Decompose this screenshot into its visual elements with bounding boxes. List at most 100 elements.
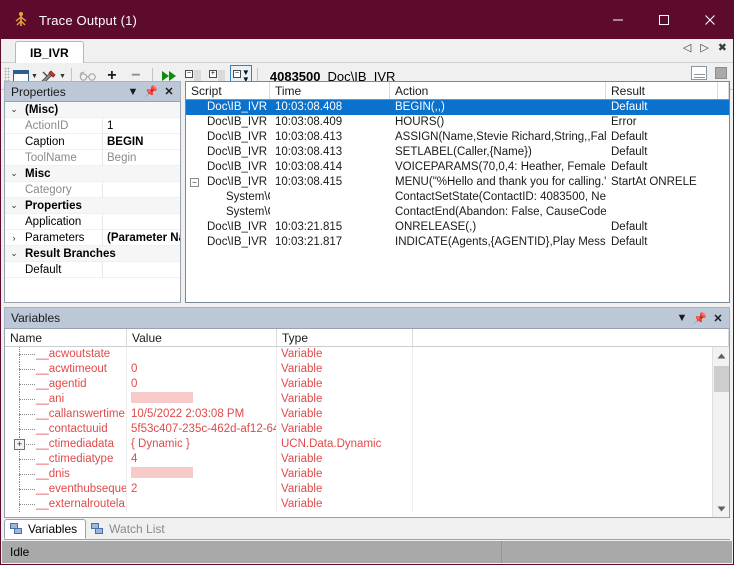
trace-row[interactable]: Doc\IB_IVR10:03:08.413ASSIGN(Name,Stevie…	[186, 130, 729, 145]
bottom-tab-variables[interactable]: Variables	[4, 519, 86, 539]
variable-cell-value[interactable]: 2	[127, 482, 277, 497]
trace-row[interactable]: Doc\IB_IVR10:03:08.409HOURS()Error	[186, 115, 729, 130]
variable-cell-name: __callanswertime	[5, 407, 127, 422]
properties-menu-icon[interactable]: ▼	[124, 83, 142, 101]
maximize-button[interactable]	[641, 1, 687, 39]
variable-cell-value[interactable]	[127, 467, 277, 482]
property-row[interactable]: Category	[5, 182, 180, 198]
scroll-down-icon[interactable]	[713, 500, 730, 517]
trace-col-result[interactable]: Result	[606, 82, 718, 99]
property-row[interactable]: ⌄(Misc)	[5, 102, 180, 118]
variable-cell-value[interactable]: 0	[127, 377, 277, 392]
row-collapse-icon[interactable]: −	[190, 178, 199, 187]
variables-close-icon[interactable]: ✕	[709, 309, 727, 327]
tab-next-icon[interactable]: ▷	[700, 43, 708, 54]
variables-col-type[interactable]: Type	[277, 329, 413, 346]
chevron-down-icon[interactable]: ⌄	[5, 200, 23, 211]
variable-row[interactable]: __contactuuid5f53c407-235c-462d-af12-646…	[5, 422, 729, 437]
trace-row[interactable]: System\CaContactEnd(Abandon: False, Caus…	[186, 205, 729, 220]
property-row[interactable]: ⌄Properties	[5, 198, 180, 214]
variable-row[interactable]: __acwtimeout0Variable	[5, 362, 729, 377]
grid-view-icon[interactable]	[691, 66, 707, 80]
property-row[interactable]: ›Parameters(Parameter Name	[5, 230, 180, 246]
variables-col-name[interactable]: Name	[5, 329, 127, 346]
trace-cell-result: Error	[606, 115, 718, 130]
tab-prev-icon[interactable]: ◁	[683, 43, 691, 54]
trace-col-script[interactable]: Script	[186, 82, 270, 99]
redaction-block	[131, 467, 193, 478]
property-value[interactable]	[103, 182, 180, 198]
properties-grid[interactable]: ⌄(Misc)ActionID1CaptionBEGINToolNameBegi…	[4, 101, 181, 303]
variable-value-label: 5f53c407-235c-462d-af12-6466b98d8b37	[131, 423, 277, 435]
property-value[interactable]: 1	[103, 118, 180, 134]
variable-cell-value[interactable]: 0	[127, 362, 277, 377]
trace-col-time[interactable]: Time	[270, 82, 390, 99]
variables-pin-icon[interactable]: 📌	[691, 309, 709, 327]
variable-cell-value[interactable]	[127, 497, 277, 512]
variable-cell-value[interactable]: 5f53c407-235c-462d-af12-6466b98d8b37	[127, 422, 277, 437]
bottom-tab-watch-list[interactable]: Watch List	[86, 519, 173, 539]
property-value[interactable]	[103, 262, 180, 278]
chevron-down-icon[interactable]: ▼	[59, 73, 66, 80]
chevron-right-icon[interactable]: ›	[5, 233, 23, 243]
document-tab-ib-ivr[interactable]: IB_IVR	[15, 41, 84, 63]
chevron-down-icon[interactable]: ▼	[31, 73, 38, 80]
trace-row[interactable]: Doc\IB_IVR10:03:08.414VOICEPARAMS(70,0,4…	[186, 160, 729, 175]
variables-col-value[interactable]: Value	[127, 329, 277, 346]
property-row[interactable]: ⌄Misc	[5, 166, 180, 182]
variable-cell-value[interactable]	[127, 347, 277, 362]
trace-col-action[interactable]: Action	[390, 82, 606, 99]
minimize-button[interactable]	[595, 1, 641, 39]
property-row[interactable]: Default	[5, 262, 180, 278]
variable-expand-icon[interactable]: +	[14, 439, 25, 450]
property-row[interactable]: CaptionBEGIN	[5, 134, 180, 150]
variable-row[interactable]: __ctimediatype4Variable	[5, 452, 729, 467]
property-row[interactable]: Application	[5, 214, 180, 230]
variable-cell-value[interactable]: 4	[127, 452, 277, 467]
trace-row[interactable]: Doc\IB_IVR10:03:21.815ONRELEASE(,)Defaul…	[186, 220, 729, 235]
variable-cell-value[interactable]: 10/5/2022 2:03:08 PM	[127, 407, 277, 422]
trace-cell-action: ASSIGN(Name,Stevie Richard,String,,False…	[390, 130, 606, 145]
variable-cell-value[interactable]	[127, 392, 277, 407]
close-button[interactable]	[687, 1, 733, 39]
variable-row[interactable]: __agentid0Variable	[5, 377, 729, 392]
properties-pin-icon[interactable]: 📌	[142, 83, 160, 101]
trace-cell-script: Doc\IB_IVR	[186, 160, 270, 175]
chevron-down-icon[interactable]: ⌄	[5, 104, 23, 115]
variable-row[interactable]: +__ctimediadata{ Dynamic }UCN.Data.Dynam…	[5, 437, 729, 452]
scrollbar-thumb[interactable]	[714, 366, 729, 392]
variable-row[interactable]: __dnisVariable	[5, 467, 729, 482]
trace-cell-script: System\Ca	[186, 190, 270, 205]
variable-row[interactable]: __eventhubseque2Variable	[5, 482, 729, 497]
variable-row[interactable]: __externalroutelaVariable	[5, 497, 729, 512]
variables-col-extra[interactable]	[413, 329, 729, 346]
variables-grid[interactable]: Name Value Type __acwoutstateVariable__a…	[4, 328, 730, 518]
property-row[interactable]: ToolNameBegin	[5, 150, 180, 166]
tab-close-icon[interactable]: ✖	[718, 43, 727, 54]
property-value[interactable]: Begin	[103, 150, 180, 166]
chevron-down-icon[interactable]: ⌄	[5, 168, 23, 179]
property-value[interactable]	[103, 214, 180, 230]
property-row[interactable]: ⌄Result Branches	[5, 246, 180, 262]
trace-row[interactable]: −Doc\IB_IVR10:03:08.415MENU("%Hello and …	[186, 175, 729, 190]
variable-cell-value[interactable]: { Dynamic }	[127, 437, 277, 452]
trace-col-extra[interactable]	[718, 82, 729, 99]
trace-row[interactable]: Doc\IB_IVR10:03:21.817INDICATE(Agents,{A…	[186, 235, 729, 250]
variables-scrollbar[interactable]	[712, 347, 729, 517]
variables-menu-icon[interactable]: ▼	[673, 309, 691, 327]
variable-cell-extra	[413, 437, 729, 452]
variable-row[interactable]: __callanswertime10/5/2022 2:03:08 PMVari…	[5, 407, 729, 422]
property-row[interactable]: ActionID1	[5, 118, 180, 134]
trace-row[interactable]: Doc\IB_IVR10:03:08.413SETLABEL(Caller,{N…	[186, 145, 729, 160]
trace-grid-panel[interactable]: Script Time Action Result Doc\IB_IVR10:0…	[185, 81, 730, 303]
stop-icon[interactable]	[715, 67, 727, 79]
variable-row[interactable]: __aniVariable	[5, 392, 729, 407]
chevron-down-icon[interactable]: ⌄	[5, 248, 23, 259]
scroll-up-icon[interactable]	[713, 347, 730, 364]
trace-row[interactable]: Doc\IB_IVR10:03:08.408BEGIN(,,)Default	[186, 100, 729, 115]
variable-row[interactable]: __acwoutstateVariable	[5, 347, 729, 362]
property-value[interactable]: (Parameter Name	[103, 230, 180, 246]
property-value[interactable]: BEGIN	[103, 134, 180, 150]
properties-close-icon[interactable]: ✕	[160, 83, 178, 101]
trace-row[interactable]: System\CaContactSetState(ContactID: 4083…	[186, 190, 729, 205]
